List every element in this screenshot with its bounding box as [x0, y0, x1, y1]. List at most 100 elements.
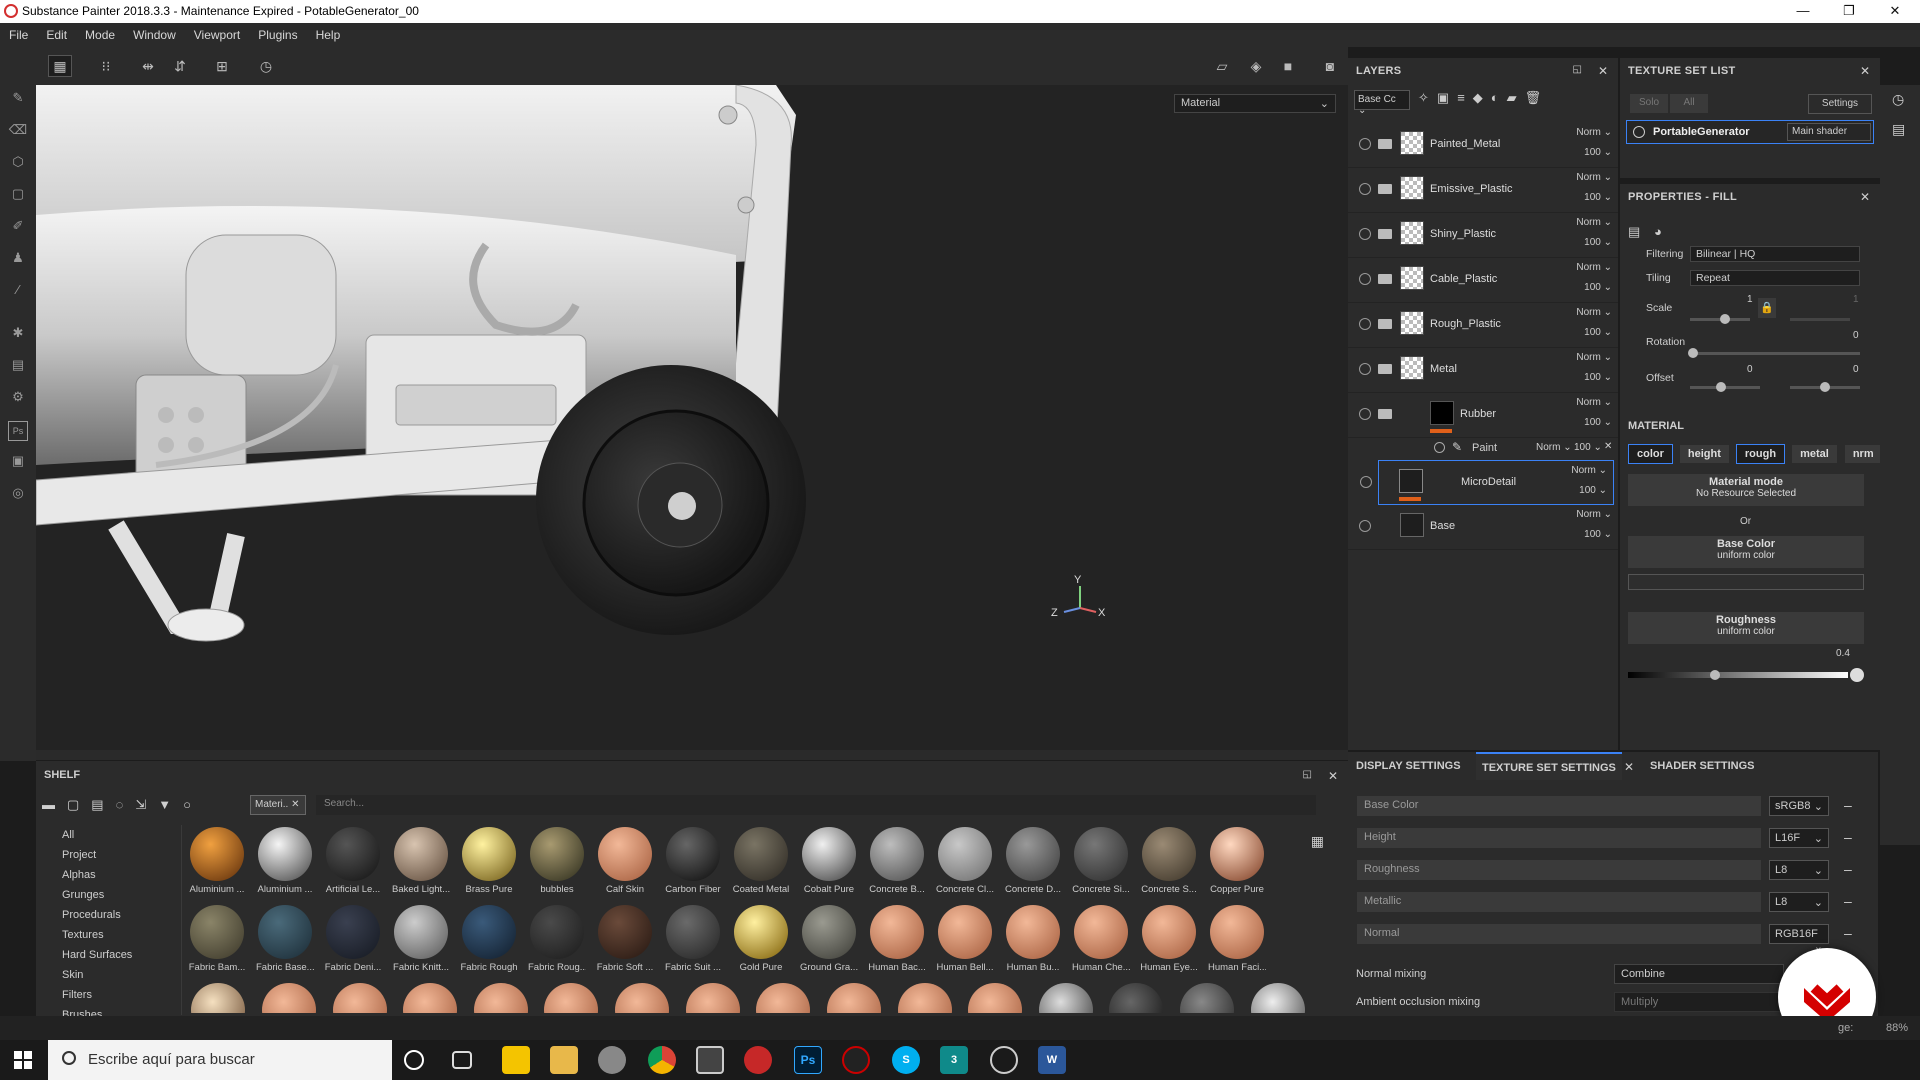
blend-mode-select[interactable]: Norm ⌄ — [1576, 262, 1612, 273]
material-item[interactable]: Calf Skin — [596, 827, 654, 895]
roughness-knob[interactable] — [1710, 670, 1720, 680]
new-icon[interactable]: ▢ — [67, 797, 79, 813]
opacity-select[interactable]: 100 ⌄ — [1584, 327, 1612, 338]
brush-tool-icon[interactable]: ✎ — [8, 90, 28, 110]
layer-item[interactable]: Painted_Metal Norm ⌄ 100 ⌄ — [1348, 123, 1618, 168]
splitter[interactable] — [36, 750, 1348, 760]
menu-edit[interactable]: Edit — [37, 28, 76, 42]
ao-mixing-select[interactable]: Multiply — [1614, 992, 1784, 1012]
filtering-select[interactable]: Bilinear | HQ — [1690, 246, 1860, 262]
material-item[interactable]: Human Eye... — [1140, 905, 1198, 973]
opacity-select[interactable]: 100 ⌄ — [1579, 485, 1607, 496]
filter-icon[interactable]: ▼ — [158, 797, 171, 813]
format-select[interactable]: L8 ⌄ — [1769, 860, 1829, 880]
viewport-channel-select[interactable]: Material ⌄ — [1174, 94, 1336, 113]
blend-mode-select[interactable]: Norm ⌄ — [1576, 307, 1612, 318]
base-color-box[interactable]: Base Color uniform color — [1628, 536, 1864, 568]
3dsmax-icon[interactable]: 3 — [940, 1046, 968, 1074]
visibility-eye-icon[interactable] — [1359, 363, 1371, 375]
word-icon[interactable]: W — [1038, 1046, 1066, 1074]
material-ball[interactable] — [1180, 983, 1235, 1013]
roughness-box[interactable]: Roughness uniform color — [1628, 612, 1864, 644]
material-item[interactable]: Gold Pure — [732, 905, 790, 973]
offset-knob-u[interactable] — [1716, 382, 1726, 392]
blend-mode-select[interactable]: Norm ⌄ — [1576, 397, 1612, 408]
material-item[interactable]: Baked Light... — [392, 827, 450, 895]
sticky-notes-icon[interactable] — [502, 1046, 530, 1074]
3d-viewport[interactable]: Y Z X — [36, 85, 1348, 750]
picker-tool-icon[interactable]: ⁄ — [8, 282, 28, 302]
material-ball[interactable] — [191, 983, 246, 1013]
scale-knob[interactable] — [1720, 314, 1730, 324]
material-ball[interactable] — [968, 983, 1023, 1013]
windows-start-icon[interactable] — [14, 1051, 32, 1069]
material-ball[interactable] — [756, 983, 811, 1013]
close-icon[interactable]: ✕ — [1598, 64, 1608, 78]
shelf-category[interactable]: Filters — [62, 989, 92, 1001]
folder-icon[interactable] — [1378, 274, 1392, 284]
material-item[interactable]: Carbon Fiber — [664, 827, 722, 895]
visibility-eye-icon[interactable] — [1359, 408, 1371, 420]
task-view-icon[interactable] — [452, 1051, 472, 1069]
material-item[interactable]: Artificial Le... — [324, 827, 382, 895]
texture-set-item[interactable]: PortableGenerator Main shader — [1626, 120, 1874, 144]
skype-icon[interactable]: S — [892, 1046, 920, 1074]
shelf-search-input[interactable]: Search... — [316, 795, 1316, 815]
material-ball[interactable] — [332, 983, 387, 1013]
taskbar-search-input[interactable]: Escribe aquí para buscar — [48, 1040, 392, 1080]
tiling-select[interactable]: Repeat — [1690, 270, 1860, 286]
visibility-eye-icon[interactable] — [1359, 183, 1371, 195]
remove-channel-button[interactable]: – — [1844, 829, 1852, 845]
material-tab-icon[interactable]: ▤ — [1628, 224, 1640, 240]
opacity-select[interactable]: 100 ⌄ — [1584, 529, 1612, 540]
material-item[interactable]: Aluminium ... — [188, 827, 246, 895]
geometry-mask-icon[interactable]: ▢ — [8, 186, 28, 206]
tab-texture-set-settings[interactable]: TEXTURE SET SETTINGS — [1476, 752, 1622, 780]
cortana-icon[interactable] — [404, 1050, 424, 1070]
smart-material-icon[interactable]: ◐ — [1491, 90, 1499, 106]
webcam-icon[interactable] — [696, 1046, 724, 1074]
tab-display-settings[interactable]: DISPLAY SETTINGS — [1356, 760, 1461, 772]
visibility-eye-icon[interactable] — [1359, 273, 1371, 285]
rotation-knob[interactable] — [1688, 348, 1698, 358]
channel-color-button[interactable]: color — [1628, 444, 1673, 464]
material-ball[interactable] — [1038, 983, 1093, 1013]
format-select[interactable]: L16F ⌄ — [1769, 828, 1829, 848]
folder-icon[interactable] — [1378, 409, 1392, 419]
minimize-button[interactable]: — — [1780, 0, 1826, 23]
float-icon[interactable]: ◱ — [1573, 64, 1582, 75]
visibility-eye-icon[interactable] — [1434, 442, 1445, 453]
grid-view-icon[interactable]: ▦ — [1311, 833, 1324, 850]
close-icon[interactable]: ✕ — [1328, 769, 1338, 783]
material-ball[interactable] — [261, 983, 316, 1013]
symmetry-x-icon[interactable]: ⇹ — [136, 55, 160, 77]
layer-item[interactable]: Rubber Norm ⌄ 100 ⌄ — [1348, 393, 1618, 438]
material-item[interactable]: Human Bac... — [868, 905, 926, 973]
material-mode-box[interactable]: Material mode No Resource Selected — [1628, 474, 1864, 506]
material-item[interactable]: Coated Metal — [732, 827, 790, 895]
import-icon[interactable]: ▤ — [91, 797, 103, 813]
single-view-icon[interactable]: ▦ — [48, 55, 72, 77]
menu-file[interactable]: File — [0, 28, 37, 42]
shelf-category[interactable]: Hard Surfaces — [62, 949, 132, 961]
remove-channel-button[interactable]: – — [1844, 861, 1852, 877]
opacity-select[interactable]: 100 ⌄ — [1584, 372, 1612, 383]
material-ball[interactable] — [403, 983, 458, 1013]
opacity-select[interactable]: 100 ⌄ — [1584, 417, 1612, 428]
3d-cube-icon[interactable]: ◈ — [1244, 55, 1268, 77]
folder-icon[interactable]: ▬ — [42, 797, 55, 813]
history-icon[interactable]: ◷ — [254, 55, 278, 77]
shelf-category[interactable]: Grunges — [62, 889, 104, 901]
material-ball[interactable] — [473, 983, 528, 1013]
blend-mode-select[interactable]: Norm ⌄ — [1571, 465, 1607, 476]
filter-chip[interactable]: Materi.. ✕ — [250, 795, 306, 815]
add-layer-icon[interactable]: ≡ — [1457, 90, 1465, 106]
material-item[interactable]: Concrete Cl... — [936, 827, 994, 895]
menu-plugins[interactable]: Plugins — [249, 28, 306, 42]
tab-shader-settings[interactable]: SHADER SETTINGS — [1650, 760, 1755, 772]
settings-gear-icon[interactable]: ⚙ — [8, 389, 28, 409]
opacity-select[interactable]: 100 ⌄ — [1584, 192, 1612, 203]
obs-icon[interactable] — [990, 1046, 1018, 1074]
history-icon[interactable]: ◷ — [1892, 91, 1904, 108]
material-item[interactable]: Aluminium ... — [256, 827, 314, 895]
